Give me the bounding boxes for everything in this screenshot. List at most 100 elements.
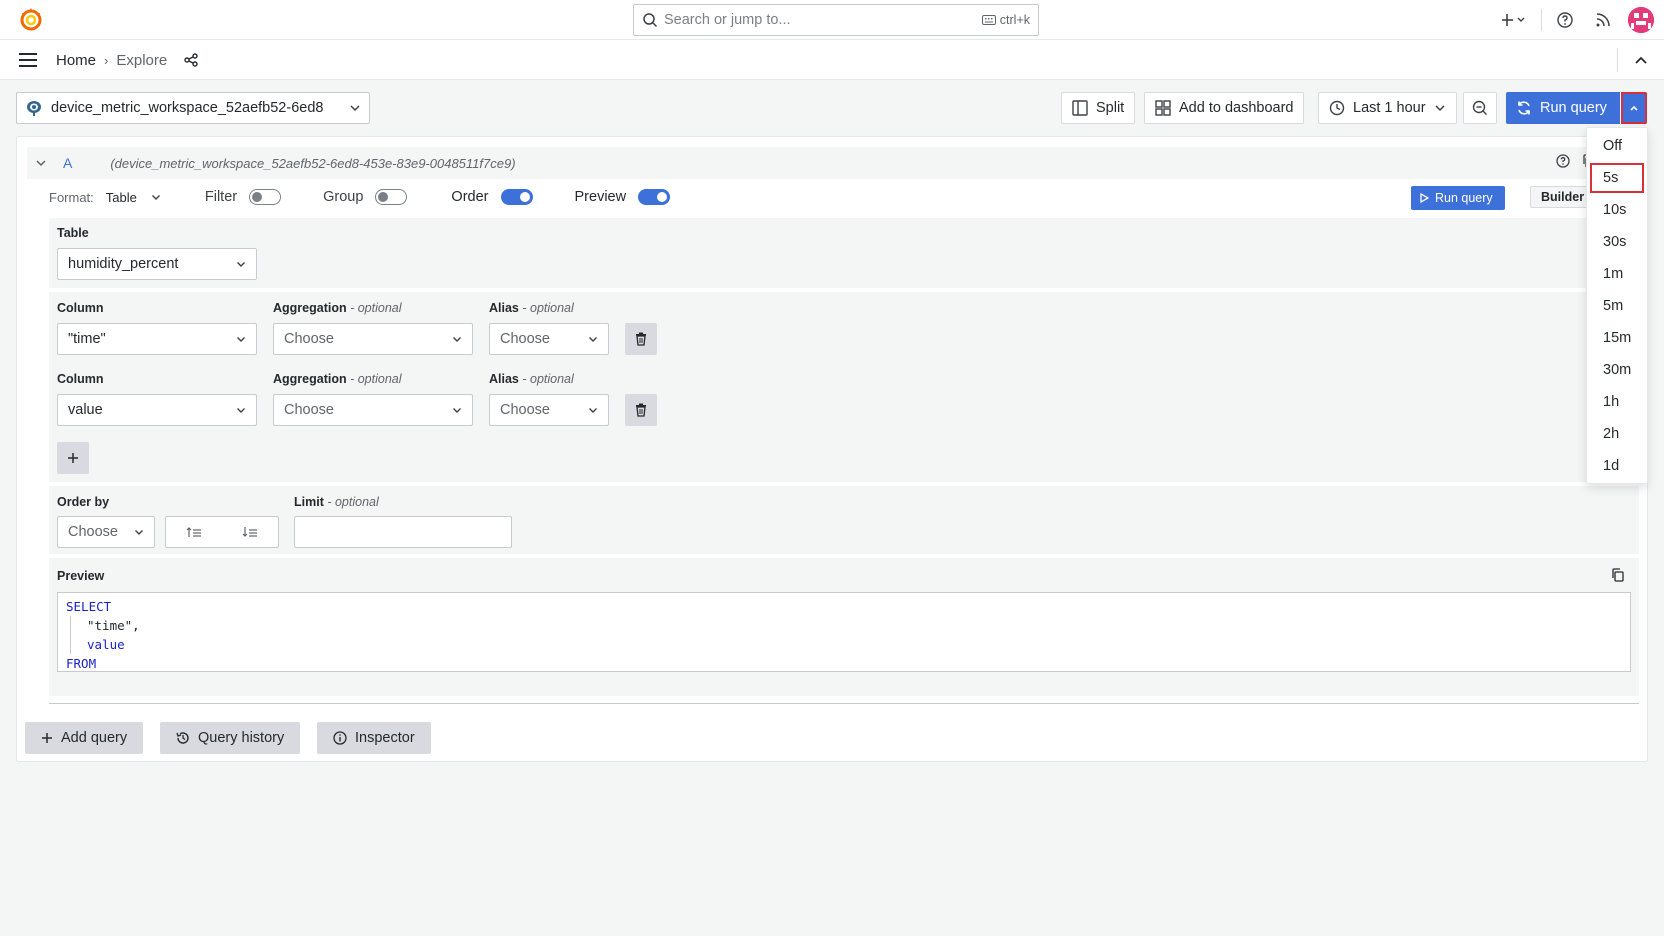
column-select[interactable]: "time" (57, 323, 257, 355)
add-to-dashboard-button[interactable]: Add to dashboard (1144, 92, 1305, 124)
divider (1541, 9, 1542, 31)
run-query-inline-button[interactable]: Run query (1411, 186, 1505, 210)
aggregation-value: Choose (284, 331, 334, 347)
share-icon[interactable] (183, 52, 199, 68)
search-input[interactable]: Search or jump to... ctrl+k (633, 4, 1039, 36)
format-label: Format: (49, 189, 94, 205)
optional-hint: - optional (518, 372, 574, 386)
preview-toggle[interactable] (638, 189, 671, 205)
zoom-out-icon (1472, 100, 1488, 116)
table-select[interactable]: humidity_percent (57, 248, 257, 280)
order-toggle[interactable] (500, 189, 533, 205)
order-by-label: Order by (57, 495, 110, 509)
chevron-down-icon (236, 407, 246, 414)
avatar[interactable] (1628, 7, 1654, 33)
builder-mode-button[interactable]: Builder (1530, 186, 1592, 208)
inspector-label: Inspector (355, 730, 415, 746)
query-datasource-name: (device_metric_workspace_52aefb52-6ed8-4… (110, 155, 516, 171)
query-ref-id[interactable]: A (63, 155, 72, 171)
aggregation-select[interactable]: Choose (273, 394, 473, 426)
refresh-option-10s[interactable]: 10s (1587, 194, 1647, 226)
alias-label-text: Alias (489, 301, 519, 315)
dashboard-grid-icon (1155, 100, 1171, 116)
format-selector[interactable]: Format: Table (49, 190, 161, 205)
breadcrumb-home[interactable]: Home (56, 52, 96, 69)
refresh-option-1h[interactable]: 1h (1587, 386, 1647, 418)
chevron-down-icon (134, 529, 144, 536)
delete-column-button[interactable] (625, 323, 657, 355)
sort-ascending-icon[interactable] (186, 526, 202, 538)
group-toggle[interactable] (375, 189, 408, 205)
aggregation-label: Aggregation - optional (273, 372, 402, 386)
alias-label-text: Alias (489, 372, 519, 386)
aggregation-label-text: Aggregation (273, 301, 347, 315)
refresh-option-1d[interactable]: 1d (1587, 450, 1647, 482)
query-history-button[interactable]: Query history (160, 722, 301, 754)
table-section (49, 218, 1639, 288)
chevron-down-icon (236, 261, 246, 268)
help-icon[interactable] (1555, 153, 1571, 169)
builder-label: Builder (1541, 190, 1585, 204)
time-range-picker[interactable]: Last 1 hour (1318, 92, 1457, 124)
query-history-label: Query history (198, 730, 285, 746)
zoom-out-button[interactable] (1463, 92, 1497, 124)
keyboard-shortcut: ctrl+k (981, 13, 1030, 27)
copy-icon[interactable] (1610, 567, 1626, 583)
limit-label-text: Limit (294, 495, 324, 509)
datasource-picker[interactable]: device_metric_workspace_52aefb52-6ed8 (16, 92, 370, 124)
sql-line: SELECT (66, 599, 112, 614)
sql-preview: SELECT "time", value FROM (57, 592, 1631, 672)
alias-label: Alias - optional (489, 372, 574, 386)
collapse-chevron-icon[interactable] (35, 159, 47, 167)
help-icon[interactable] (1554, 9, 1576, 31)
chevron-down-icon (452, 336, 462, 343)
aggregation-select[interactable]: Choose (273, 323, 473, 355)
run-query-button[interactable]: Run query (1506, 92, 1620, 124)
news-feed-icon[interactable] (1592, 9, 1614, 31)
sql-line: FROM (66, 656, 97, 671)
new-plus-icon[interactable] (1499, 9, 1529, 31)
alias-select[interactable]: Choose (489, 323, 609, 355)
sort-descending-icon[interactable] (242, 526, 258, 538)
limit-input[interactable] (294, 516, 512, 548)
refresh-option-5s[interactable]: 5s (1589, 162, 1645, 194)
inspector-button[interactable]: Inspector (317, 722, 431, 754)
chevron-down-icon (151, 194, 161, 201)
optional-hint: - optional (346, 301, 402, 315)
refresh-option-5m[interactable]: 5m (1587, 290, 1647, 322)
filter-toggle-label: Filter (204, 189, 238, 205)
refresh-option-15m[interactable]: 15m (1587, 322, 1647, 354)
optional-hint: - optional (323, 495, 379, 509)
filter-toggle[interactable] (249, 189, 282, 205)
grafana-logo-icon[interactable] (18, 7, 44, 33)
refresh-option-2h[interactable]: 2h (1587, 418, 1647, 450)
add-query-label: Add query (61, 730, 128, 746)
refresh-icon (1516, 100, 1532, 116)
column-value: value (68, 402, 103, 418)
menu-icon[interactable] (18, 51, 38, 69)
refresh-option-1m[interactable]: 1m (1587, 258, 1647, 290)
refresh-option-off[interactable]: Off (1587, 130, 1647, 162)
refresh-option-30m[interactable]: 30m (1587, 354, 1647, 386)
alias-select[interactable]: Choose (489, 394, 609, 426)
breadcrumb-bar: Home › Explore (0, 40, 1664, 80)
add-query-button[interactable]: Add query (25, 722, 144, 754)
order-by-select[interactable]: Choose (57, 516, 155, 548)
time-range-label: Last 1 hour (1353, 100, 1426, 116)
split-button[interactable]: Split (1061, 92, 1136, 124)
order-by-section (49, 486, 1639, 554)
delete-column-button[interactable] (625, 394, 657, 426)
aggregation-value: Choose (284, 402, 334, 418)
add-column-button[interactable] (57, 442, 89, 474)
chevron-down-icon (452, 407, 462, 414)
chevron-down-icon (349, 104, 361, 112)
column-select[interactable]: value (57, 394, 257, 426)
refresh-interval-menu: Off 5s 10s 30s 1m 5m 15m 30m 1h 2h 1d (1586, 127, 1648, 484)
chevron-up-icon[interactable] (1630, 49, 1652, 71)
refresh-interval-toggle[interactable] (1621, 92, 1647, 124)
column-label: Column (57, 301, 104, 315)
datasource-name: device_metric_workspace_52aefb52-6ed8 (51, 100, 324, 116)
refresh-option-30s[interactable]: 30s (1587, 226, 1647, 258)
search-icon (642, 12, 658, 28)
alias-value: Choose (500, 331, 550, 347)
